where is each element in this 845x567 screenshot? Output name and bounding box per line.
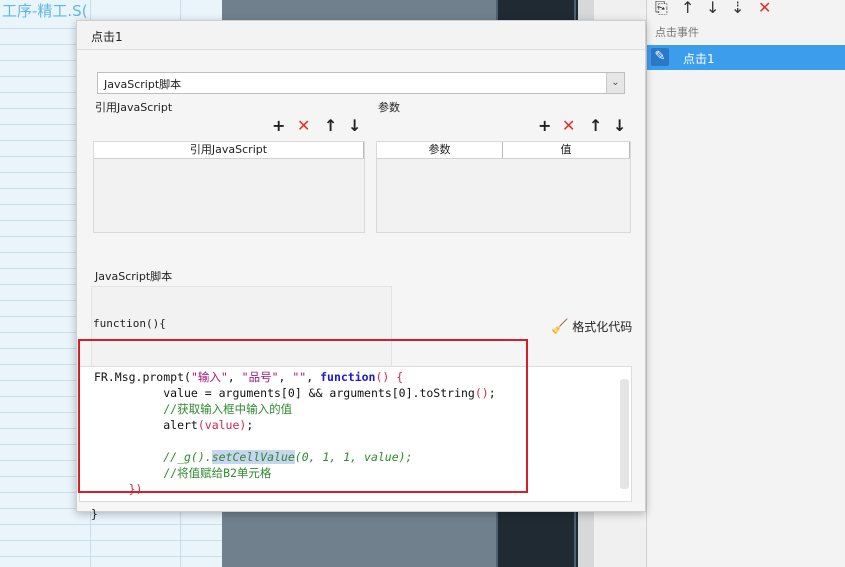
arrow-down-icon[interactable]: ↓ bbox=[706, 0, 719, 16]
copy-icon[interactable]: ⎘ bbox=[655, 0, 668, 16]
move-down-ref-button[interactable]: ↓ bbox=[348, 118, 361, 134]
chevron-down-icon[interactable]: ⌄ bbox=[606, 73, 624, 93]
delete-ref-button[interactable]: ✕ bbox=[297, 118, 310, 134]
event-item-label: 点击1 bbox=[683, 52, 715, 66]
sheet-cell-text: 工序-精工.S( bbox=[2, 2, 88, 20]
format-code-label: 格式化代码 bbox=[572, 320, 633, 334]
editor-scrollbar[interactable] bbox=[620, 379, 629, 489]
move-up-param-button[interactable]: ↑ bbox=[589, 118, 602, 134]
events-title: 点击事件 bbox=[655, 26, 699, 39]
move-up-ref-button[interactable]: ↑ bbox=[324, 118, 337, 134]
add-param-button[interactable]: + bbox=[538, 118, 551, 134]
function-header: function(){ bbox=[93, 317, 166, 330]
function-footer: } bbox=[91, 507, 98, 521]
sort-down-icon[interactable]: ⇣ bbox=[731, 0, 744, 16]
action-type-select[interactable]: JavaScript脚本 ⌄ bbox=[97, 72, 625, 94]
format-code-button[interactable]: 🧹 格式化代码 bbox=[551, 318, 632, 335]
script-label: JavaScript脚本 bbox=[95, 270, 173, 283]
ref-js-column-header[interactable]: 引用JavaScript bbox=[94, 142, 364, 159]
event-item[interactable]: ✎ 点击1 bbox=[647, 45, 845, 70]
broom-icon: 🧹 bbox=[551, 319, 569, 335]
delete-param-button[interactable]: ✕ bbox=[562, 118, 575, 134]
ref-js-label: 引用JavaScript bbox=[95, 101, 173, 114]
move-down-param-button[interactable]: ↓ bbox=[613, 118, 626, 134]
dialog-header[interactable]: 点击1 bbox=[77, 21, 645, 50]
events-panel: ⎘ ↑ ↓ ⇣ ✕ 点击事件 ✎ 点击1 bbox=[646, 0, 845, 567]
annotation-highlight-box bbox=[78, 339, 528, 493]
param-value-column-header[interactable]: 值 bbox=[503, 142, 630, 159]
param-name-column-header[interactable]: 参数 bbox=[377, 142, 503, 159]
arrow-up-icon[interactable]: ↑ bbox=[681, 0, 694, 16]
params-label: 参数 bbox=[378, 101, 400, 114]
close-icon[interactable]: ✕ bbox=[758, 0, 771, 16]
params-table[interactable]: 参数 值 bbox=[376, 141, 631, 233]
action-type-value: JavaScript脚本 bbox=[104, 78, 182, 91]
add-ref-button[interactable]: + bbox=[272, 118, 285, 134]
edit-icon: ✎ bbox=[651, 48, 669, 66]
ref-js-table[interactable]: 引用JavaScript bbox=[93, 141, 365, 233]
dialog-title: 点击1 bbox=[91, 30, 123, 44]
